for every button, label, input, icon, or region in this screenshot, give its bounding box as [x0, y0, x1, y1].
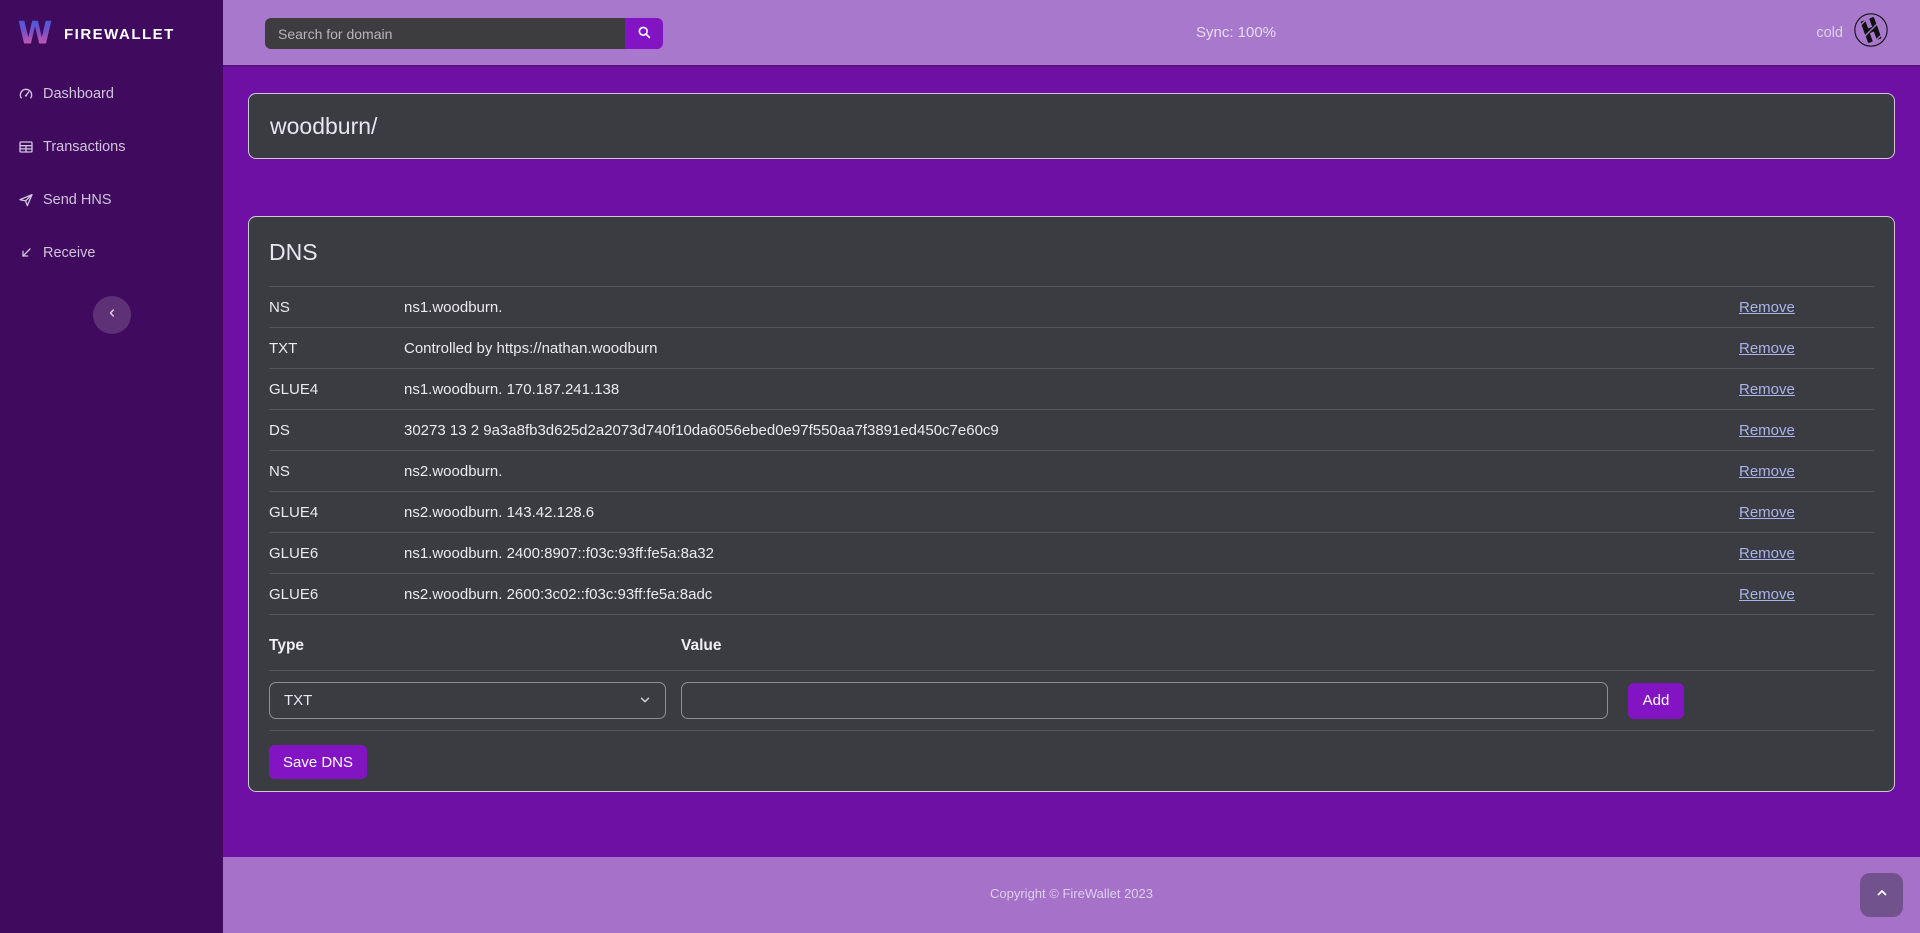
- wallet-name: cold: [1816, 25, 1843, 41]
- add-record-button[interactable]: Add: [1628, 683, 1684, 719]
- sidebar-item-send-hns[interactable]: Send HNS: [0, 180, 223, 220]
- brand[interactable]: W FIREWALLET: [0, 0, 223, 58]
- copyright-text: Copyright © FireWallet 2023: [223, 857, 1920, 901]
- dns-record-value: ns2.woodburn. 143.42.128.6: [404, 504, 1739, 521]
- top-header: Sync: 100% cold: [223, 0, 1920, 67]
- remove-record-link[interactable]: Remove: [1739, 422, 1795, 439]
- remove-record-link[interactable]: Remove: [1739, 586, 1795, 603]
- wallet-indicator[interactable]: cold: [1816, 0, 1890, 65]
- sync-status: Sync: 100%: [1196, 0, 1276, 65]
- dns-card-title: DNS: [269, 239, 1874, 266]
- send-icon: [18, 192, 34, 208]
- page-title: woodburn/: [270, 113, 377, 140]
- sidebar-item-label: Dashboard: [43, 86, 114, 102]
- domain-card: woodburn/: [248, 93, 1895, 159]
- search-icon: [637, 25, 652, 43]
- dns-record-row: GLUE6 ns2.woodburn. 2600:3c02::f03c:93ff…: [269, 573, 1874, 614]
- transactions-icon: [18, 139, 34, 155]
- remove-record-link[interactable]: Remove: [1739, 504, 1795, 521]
- dns-type-select-wrap: TXT: [269, 682, 666, 719]
- brand-name: FIREWALLET: [64, 26, 175, 43]
- dns-value-cell: [681, 682, 1628, 719]
- remove-record-link[interactable]: Remove: [1739, 545, 1795, 562]
- dns-record-value: 30273 13 2 9a3a8fb3d625d2a2073d740f10da6…: [404, 422, 1739, 439]
- footer: Copyright © FireWallet 2023: [223, 857, 1920, 933]
- chevron-up-icon: [1875, 886, 1889, 905]
- sidebar-item-dashboard[interactable]: Dashboard: [0, 74, 223, 114]
- sidebar-item-transactions[interactable]: Transactions: [0, 127, 223, 167]
- dns-form-header: Type Value: [269, 614, 1874, 670]
- remove-record-link[interactable]: Remove: [1739, 299, 1795, 316]
- dns-record-type: GLUE6: [269, 586, 404, 603]
- sidebar: W FIREWALLET Dashboard Transactions: [0, 0, 223, 933]
- dns-record-type: NS: [269, 299, 404, 316]
- value-column-header: Value: [681, 637, 1628, 655]
- type-column-header: Type: [269, 637, 681, 655]
- dns-record-value: Controlled by https://nathan.woodburn: [404, 340, 1739, 357]
- remove-record-link[interactable]: Remove: [1739, 381, 1795, 398]
- handshake-icon: [1852, 11, 1890, 54]
- dns-record-value: ns2.woodburn. 2600:3c02::f03c:93ff:fe5a:…: [404, 586, 1739, 603]
- firewallet-app: W FIREWALLET Dashboard Transactions: [0, 0, 1920, 933]
- dns-record-value: ns2.woodburn.: [404, 463, 1739, 480]
- sidebar-item-label: Receive: [43, 245, 95, 261]
- dns-add-cell: Add: [1628, 683, 1874, 719]
- dns-record-value: ns1.woodburn.: [404, 299, 1739, 316]
- dns-record-value: ns1.woodburn. 170.187.241.138: [404, 381, 1739, 398]
- save-dns-button[interactable]: Save DNS: [269, 745, 367, 779]
- dns-record-type: GLUE6: [269, 545, 404, 562]
- dns-record-type: TXT: [269, 340, 404, 357]
- dns-value-input[interactable]: [681, 682, 1608, 719]
- search-input[interactable]: [265, 18, 625, 49]
- dns-record-row: GLUE6 ns1.woodburn. 2400:8907::f03c:93ff…: [269, 532, 1874, 573]
- dashboard-icon: [18, 86, 34, 102]
- dns-record-type: GLUE4: [269, 381, 404, 398]
- sidebar-item-label: Send HNS: [43, 192, 112, 208]
- dns-record-row: GLUE4 ns2.woodburn. 143.42.128.6 Remove: [269, 491, 1874, 532]
- dns-record-row: TXT Controlled by https://nathan.woodbur…: [269, 327, 1874, 368]
- dns-card: DNS NS ns1.woodburn. Remove TXT Controll…: [248, 216, 1895, 792]
- dns-record-row: NS ns2.woodburn. Remove: [269, 450, 1874, 491]
- chevron-left-icon: [106, 306, 118, 324]
- search-button[interactable]: [625, 18, 663, 49]
- dns-record-row: NS ns1.woodburn. Remove: [269, 286, 1874, 327]
- dns-record-type: NS: [269, 463, 404, 480]
- dns-record-type: DS: [269, 422, 404, 439]
- sidebar-item-receive[interactable]: Receive: [0, 233, 223, 273]
- receive-icon: [18, 245, 34, 261]
- dns-type-select[interactable]: TXT: [269, 682, 666, 719]
- dns-record-type: GLUE4: [269, 504, 404, 521]
- firewallet-w-logo: W: [16, 13, 54, 56]
- domain-search: [265, 18, 663, 49]
- main-content: woodburn/ DNS NS ns1.woodburn. Remove TX…: [223, 67, 1920, 857]
- dns-records-table: NS ns1.woodburn. Remove TXT Controlled b…: [269, 286, 1874, 614]
- remove-record-link[interactable]: Remove: [1739, 463, 1795, 480]
- scroll-to-top-button[interactable]: [1860, 873, 1903, 917]
- sidebar-collapse-button[interactable]: [93, 296, 131, 334]
- sidebar-nav: Dashboard Transactions Send HNS Receive: [0, 74, 223, 273]
- sidebar-item-label: Transactions: [43, 139, 125, 155]
- remove-record-link[interactable]: Remove: [1739, 340, 1795, 357]
- dns-add-row: TXT Add: [269, 670, 1874, 731]
- dns-record-row: DS 30273 13 2 9a3a8fb3d625d2a2073d740f10…: [269, 409, 1874, 450]
- dns-record-row: GLUE4 ns1.woodburn. 170.187.241.138 Remo…: [269, 368, 1874, 409]
- dns-record-value: ns1.woodburn. 2400:8907::f03c:93ff:fe5a:…: [404, 545, 1739, 562]
- svg-text:W: W: [18, 15, 53, 51]
